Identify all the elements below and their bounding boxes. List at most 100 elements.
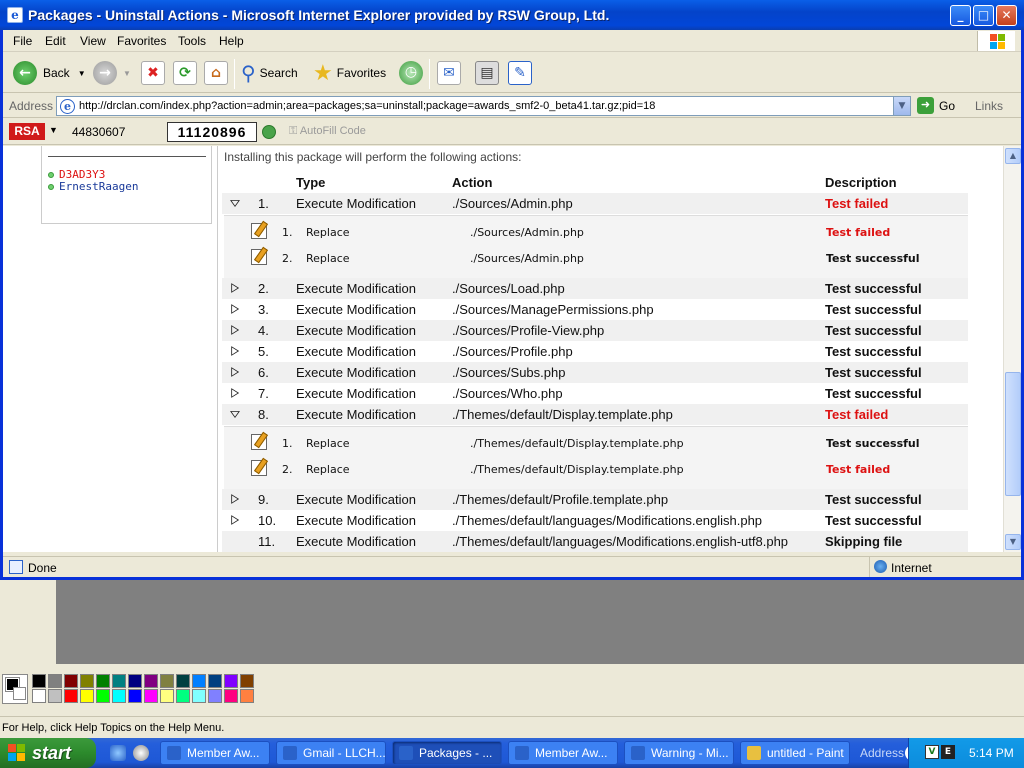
links-button[interactable]: Links — [975, 99, 1003, 113]
online-status-icon — [48, 183, 54, 190]
expand-toggle-icon[interactable] — [230, 387, 240, 399]
table-row: 8. Execute Modification ./Themes/default… — [222, 404, 968, 425]
scroll-up-icon[interactable]: ▲ — [1005, 148, 1021, 164]
quicklaunch-media-icon[interactable] — [133, 745, 149, 761]
row-number: 11. — [258, 534, 276, 549]
color-swatch[interactable] — [96, 674, 110, 688]
clock[interactable]: 5:14 PM — [969, 746, 1014, 760]
color-swatch[interactable] — [48, 689, 62, 703]
row-file: ./Themes/default/Display.template.php — [452, 407, 673, 422]
expand-toggle-icon[interactable] — [230, 366, 240, 378]
edit-page-icon[interactable]: ✎ — [508, 61, 532, 85]
stop-icon[interactable]: ✖ — [141, 61, 165, 85]
taskbar-button[interactable]: untitled - Paint — [740, 741, 850, 765]
close-button[interactable]: ✕ — [996, 5, 1017, 26]
intro-text: Installing this package will perform the… — [224, 150, 522, 164]
search-button[interactable]: ⚲ Search — [241, 59, 298, 87]
print-icon[interactable]: ▤ — [475, 61, 499, 85]
menu-file[interactable]: File — [13, 34, 32, 48]
forward-button[interactable]: → ▼ — [93, 59, 131, 87]
tray-app-icon[interactable]: V — [925, 745, 939, 759]
collapse-toggle-icon[interactable] — [230, 408, 240, 420]
history-icon[interactable]: ◷ — [399, 61, 423, 85]
color-swatch[interactable] — [80, 674, 94, 688]
color-swatch[interactable] — [48, 674, 62, 688]
tray-e-icon[interactable]: E — [941, 745, 955, 759]
color-swatch[interactable] — [208, 689, 222, 703]
color-swatch[interactable] — [32, 674, 46, 688]
color-swatch[interactable] — [64, 674, 78, 688]
color-swatch[interactable] — [96, 689, 110, 703]
color-swatch[interactable] — [224, 674, 238, 688]
expand-toggle-icon[interactable] — [230, 493, 240, 505]
sub-file: ./Themes/default/Display.template.php — [470, 463, 684, 476]
address-input[interactable]: e http://drclan.com/index.php?action=adm… — [56, 96, 911, 116]
scroll-down-icon[interactable]: ▼ — [1005, 534, 1021, 550]
address-url[interactable]: http://drclan.com/index.php?action=admin… — [79, 100, 655, 112]
paint-canvas[interactable] — [56, 580, 1024, 664]
expand-toggle-icon[interactable] — [230, 514, 240, 526]
color-swatch[interactable] — [192, 674, 206, 688]
expand-toggle-icon[interactable] — [230, 303, 240, 315]
favorites-button[interactable]: ★ Favorites — [313, 59, 386, 87]
address-dropdown-icon[interactable]: ▼ — [893, 97, 910, 115]
member-name[interactable]: ErnestRaagen — [59, 180, 138, 193]
maximize-button[interactable]: □ — [973, 5, 994, 26]
quicklaunch-ie-icon[interactable] — [110, 745, 126, 761]
back-button[interactable]: ← Back ▼ — [13, 59, 86, 87]
sub-action-row: 1. Replace ./Sources/Admin.php Test fail… — [224, 219, 968, 245]
color-swatch[interactable] — [224, 689, 238, 703]
start-button[interactable]: start — [0, 738, 96, 768]
taskbar-button[interactable]: Warning - Mi... — [624, 741, 734, 765]
refresh-icon[interactable]: ⟳ — [173, 61, 197, 85]
home-icon[interactable]: ⌂ — [204, 61, 228, 85]
taskbar-button[interactable]: Member Aw... — [160, 741, 270, 765]
taskbar-button[interactable]: Member Aw... — [508, 741, 618, 765]
color-swatch[interactable] — [128, 689, 142, 703]
minimize-button[interactable]: _ — [950, 5, 971, 26]
vertical-scrollbar[interactable]: ▲ ▼ — [1003, 146, 1021, 552]
rsa-dropdown-icon[interactable]: ▼ — [49, 125, 58, 135]
taskbar-button[interactable]: Gmail - LLCH... — [276, 741, 386, 765]
rsa-logo[interactable]: RSA — [9, 123, 45, 140]
color-swatch[interactable] — [112, 674, 126, 688]
color-swatch[interactable] — [176, 674, 190, 688]
color-swatch[interactable] — [32, 689, 46, 703]
expand-toggle-icon[interactable] — [230, 345, 240, 357]
color-swatch[interactable] — [240, 689, 254, 703]
collapse-toggle-icon[interactable] — [230, 197, 240, 209]
window-app-icon[interactable]: e — [7, 7, 23, 23]
taskbar-button[interactable]: Packages - ... — [392, 741, 502, 765]
menu-favorites[interactable]: Favorites — [117, 34, 166, 48]
menu-edit[interactable]: Edit — [45, 34, 66, 48]
color-swatch[interactable] — [208, 674, 222, 688]
back-dropdown-icon[interactable]: ▼ — [78, 69, 86, 78]
security-zone[interactable]: Internet — [869, 557, 1021, 577]
color-swatch[interactable] — [80, 689, 94, 703]
row-file: ./Sources/Load.php — [452, 281, 565, 296]
color-swatch[interactable] — [240, 674, 254, 688]
color-swatch[interactable] — [144, 689, 158, 703]
forward-dropdown-icon[interactable]: ▼ — [123, 69, 131, 78]
menu-help[interactable]: Help — [219, 34, 244, 48]
color-swatch[interactable] — [160, 674, 174, 688]
menu-tools[interactable]: Tools — [178, 34, 206, 48]
row-type: Execute Modification — [296, 534, 416, 549]
menu-view[interactable]: View — [80, 34, 106, 48]
go-button[interactable]: ➜ Go — [917, 97, 955, 114]
color-swatch[interactable] — [144, 674, 158, 688]
mail-icon[interactable]: ✉ — [437, 61, 461, 85]
current-colors[interactable] — [2, 674, 28, 704]
scroll-thumb[interactable] — [1005, 372, 1021, 496]
color-swatch[interactable] — [176, 689, 190, 703]
color-swatch[interactable] — [128, 674, 142, 688]
color-swatch[interactable] — [192, 689, 206, 703]
color-swatch[interactable] — [160, 689, 174, 703]
expand-toggle-icon[interactable] — [230, 324, 240, 336]
autofill-button[interactable]: ⚿ AutoFill Code — [289, 125, 366, 138]
color-swatch[interactable] — [64, 689, 78, 703]
taskbar-address-label: Address — [860, 746, 905, 760]
expand-toggle-icon[interactable] — [230, 282, 240, 294]
color-swatch[interactable] — [112, 689, 126, 703]
member-item[interactable]: ErnestRaagen — [48, 180, 138, 193]
